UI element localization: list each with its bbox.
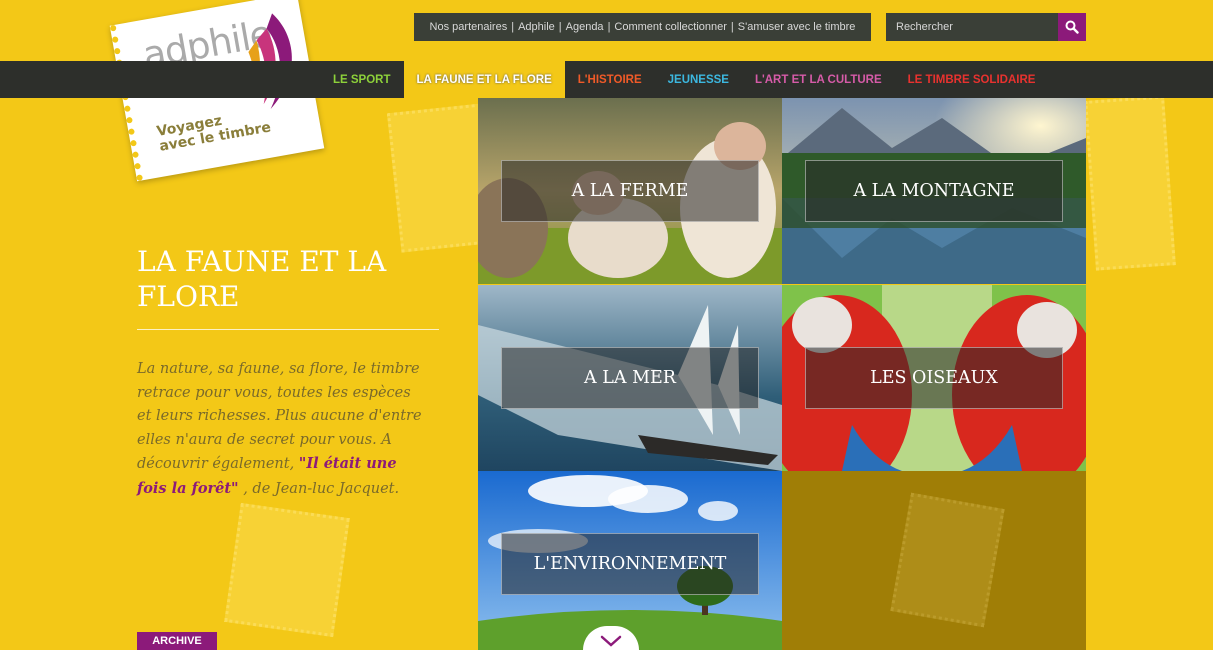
search-icon — [1065, 20, 1079, 34]
nav-item-jeunesse[interactable]: JEUNESSE — [655, 61, 742, 98]
tile-label: A LA FERME — [501, 160, 759, 222]
nav-item-art-culture[interactable]: L'ART ET LA CULTURE — [742, 61, 895, 98]
tile-a-la-ferme[interactable]: A LA FERME — [478, 98, 782, 284]
main-nav-items: LE SPORT LA FAUNE ET LA FLORE L'HISTOIRE… — [320, 61, 1048, 98]
tile-a-la-montagne[interactable]: A LA MONTAGNE — [782, 98, 1086, 284]
nav-item-sport[interactable]: LE SPORT — [320, 61, 404, 98]
nav-item-timbre-solidaire[interactable]: LE TIMBRE SOLIDAIRE — [895, 61, 1049, 98]
main-nav: LE SPORT LA FAUNE ET LA FLORE L'HISTOIRE… — [0, 61, 1213, 98]
tile-label: A LA MONTAGNE — [805, 160, 1063, 222]
search-input[interactable] — [886, 13, 1058, 41]
chevron-down-icon — [600, 635, 622, 647]
tile-label: LES OISEAUX — [805, 347, 1063, 409]
title-divider — [137, 329, 439, 330]
nav-item-faune-flore[interactable]: LA FAUNE ET LA FLORE — [403, 61, 565, 98]
tile-label: L'ENVIRONNEMENT — [501, 533, 759, 595]
page-title: LA FAUNE ET LA FLORE — [137, 245, 387, 313]
search-box — [886, 13, 1086, 41]
section-description: La nature, sa faune, sa flore, le timbre… — [137, 358, 427, 501]
nav-item-histoire[interactable]: L'HISTOIRE — [565, 61, 655, 98]
util-link-partenaires[interactable]: Nos partenaires — [426, 21, 512, 33]
tile-environnement[interactable]: L'ENVIRONNEMENT — [478, 471, 782, 650]
tile-les-oiseaux[interactable]: LES OISEAUX — [782, 285, 1086, 471]
description-after: , de Jean-luc Jacquet. — [238, 480, 400, 497]
util-link-collectionner[interactable]: Comment collectionner — [610, 21, 731, 33]
util-link-adphile[interactable]: Adphile — [514, 21, 559, 33]
tile-label: A LA MER — [501, 347, 759, 409]
stamp-decoration — [224, 502, 350, 638]
archive-tab[interactable]: ARCHIVE — [137, 632, 217, 650]
stamp-decoration — [1084, 95, 1176, 271]
logo-tagline: Voyagez avec le timbre — [156, 106, 273, 155]
search-button[interactable] — [1058, 13, 1086, 41]
tile-a-la-mer[interactable]: A LA MER — [478, 285, 782, 471]
util-link-agenda[interactable]: Agenda — [562, 21, 608, 33]
utility-links-bar: Nos partenaires | Adphile | Agenda | Commen… — [414, 13, 871, 41]
util-link-samuser[interactable]: S'amuser avec le timbre — [734, 21, 860, 33]
